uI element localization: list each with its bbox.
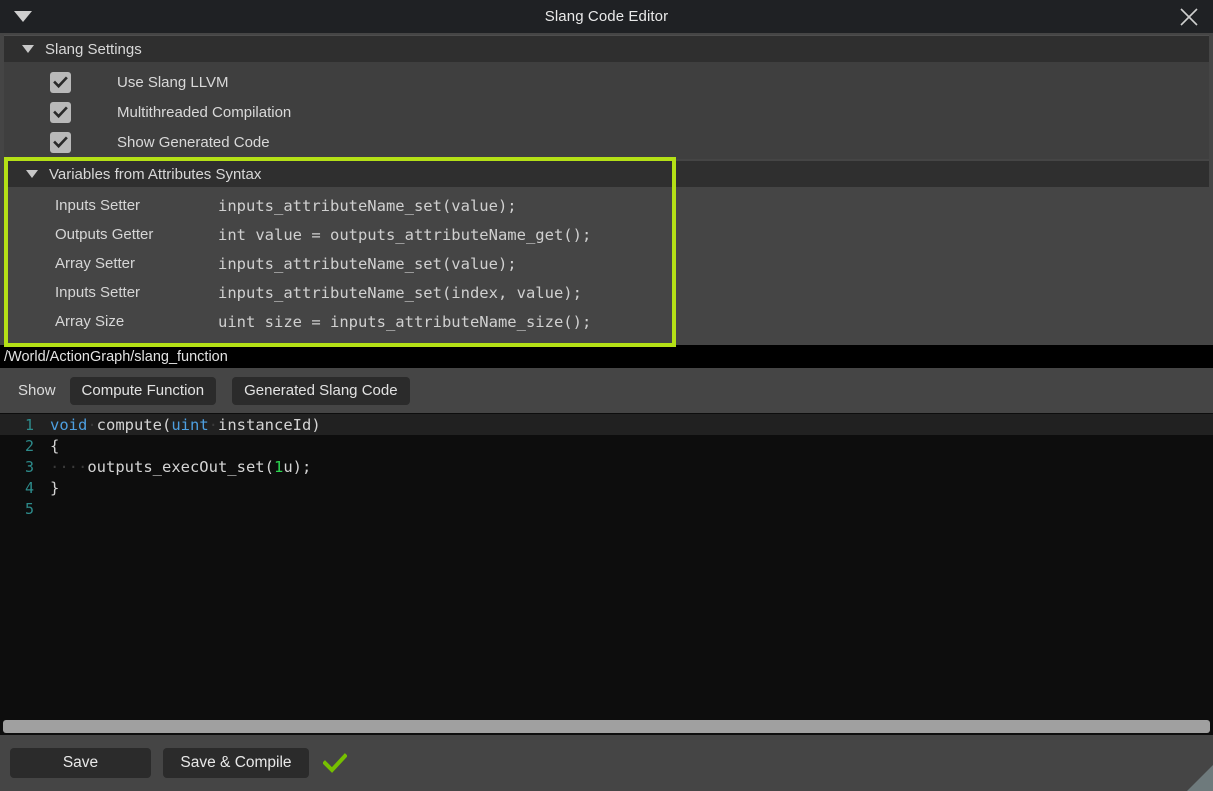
code-area[interactable]: 1 void·compute(uint·instanceId) 2 { 3 ··… [0, 413, 1213, 717]
line-number: 5 [0, 500, 34, 518]
code-line: 5 [0, 498, 1213, 519]
code-line: 4 } [0, 477, 1213, 498]
caret-down-icon [14, 11, 32, 22]
token-space-dot: · [209, 416, 218, 434]
line-content: } [50, 479, 59, 497]
bottom-action-bar: Save Save & Compile [0, 735, 1213, 791]
token-keyword: void [50, 416, 87, 434]
attributes-row: Array Size uint size = inputs_attributeN… [8, 307, 672, 336]
save-button[interactable]: Save [10, 748, 151, 778]
save-and-compile-button[interactable]: Save & Compile [163, 748, 309, 778]
token-text: outputs_execOut_set( [87, 458, 274, 476]
setting-row: Use Slang LLVM [4, 67, 1209, 97]
slang-settings-title: Slang Settings [45, 41, 142, 58]
line-number: 4 [0, 479, 34, 497]
window-title: Slang Code Editor [0, 8, 1213, 25]
setting-label-show-generated-code: Show Generated Code [117, 134, 270, 151]
token-indent-dots: ···· [50, 458, 87, 476]
token-space-dot: · [87, 416, 96, 434]
checkmark-icon [323, 753, 347, 773]
attributes-row-label: Array Setter [55, 255, 218, 272]
token-text: u); [283, 458, 311, 476]
view-tab-bar: Show Compute Function Generated Slang Co… [0, 368, 1213, 413]
setting-row: Multithreaded Compilation [4, 97, 1209, 127]
code-line: 1 void·compute(uint·instanceId) [0, 414, 1213, 435]
attributes-syntax-panel: Variables from Attributes Syntax Inputs … [4, 161, 1209, 345]
check-icon [53, 105, 68, 120]
slang-settings-panel: Slang Settings Use Slang LLVM Multithrea… [4, 35, 1209, 159]
line-number: 3 [0, 458, 34, 476]
attributes-syntax-title: Variables from Attributes Syntax [49, 166, 261, 183]
token-text: } [50, 479, 59, 497]
attributes-row-value: inputs_attributeName_set(value); [218, 255, 517, 273]
attributes-row-list: Inputs Setter inputs_attributeName_set(v… [8, 187, 672, 336]
token-text: instanceId) [218, 416, 321, 434]
window-titlebar: Slang Code Editor [0, 0, 1213, 33]
chevron-down-icon [22, 45, 34, 53]
checkbox-use-slang-llvm[interactable] [50, 72, 71, 93]
attributes-row: Inputs Setter inputs_attributeName_set(v… [8, 191, 672, 220]
horizontal-scrollbar[interactable] [0, 717, 1213, 735]
close-icon [1179, 7, 1199, 27]
attributes-row-label: Outputs Getter [55, 226, 218, 243]
close-button[interactable] [1177, 5, 1201, 29]
attributes-row: Inputs Setter inputs_attributeName_set(i… [8, 278, 672, 307]
slang-code-editor-window: Slang Code Editor Slang Settings Use Sla… [0, 0, 1213, 791]
checkbox-show-generated-code[interactable] [50, 132, 71, 153]
check-icon [53, 75, 68, 90]
line-content: void·compute(uint·instanceId) [50, 416, 321, 434]
token-number: 1 [274, 458, 283, 476]
attributes-row-value: int value = outputs_attributeName_get(); [218, 226, 591, 244]
code-line: 3 ····outputs_execOut_set(1u); [0, 456, 1213, 477]
token-text: compute( [97, 416, 172, 434]
slang-settings-list: Use Slang LLVM Multithreaded Compilation… [4, 62, 1209, 157]
show-label: Show [18, 382, 56, 399]
node-path-bar: /World/ActionGraph/slang_function [0, 345, 1213, 368]
setting-label-use-slang-llvm: Use Slang LLVM [117, 74, 228, 91]
attributes-row: Outputs Getter int value = outputs_attri… [8, 220, 672, 249]
line-content: { [50, 437, 59, 455]
window-resize-grip[interactable] [1187, 765, 1213, 791]
attributes-row: Array Setter inputs_attributeName_set(va… [8, 249, 672, 278]
attributes-row-value: uint size = inputs_attributeName_size(); [218, 313, 591, 331]
chevron-down-icon [26, 170, 38, 178]
attributes-row-label: Inputs Setter [55, 197, 218, 214]
token-text: { [50, 437, 59, 455]
attributes-row-value: inputs_attributeName_set(index, value); [218, 284, 582, 302]
attributes-row-label: Inputs Setter [55, 284, 218, 301]
tab-generated-slang-code[interactable]: Generated Slang Code [232, 377, 409, 405]
slang-settings-header[interactable]: Slang Settings [4, 36, 1209, 62]
tab-compute-function[interactable]: Compute Function [70, 377, 217, 405]
line-number: 2 [0, 437, 34, 455]
horizontal-scrollbar-thumb[interactable] [3, 720, 1210, 733]
code-editor[interactable]: 1 void·compute(uint·instanceId) 2 { 3 ··… [0, 413, 1213, 735]
attributes-row-value: inputs_attributeName_set(value); [218, 197, 517, 215]
window-collapse-button[interactable] [8, 11, 38, 22]
line-number: 1 [0, 416, 34, 434]
setting-row: Show Generated Code [4, 127, 1209, 157]
check-icon [53, 135, 68, 150]
node-path-text: /World/ActionGraph/slang_function [4, 349, 228, 365]
token-keyword: uint [171, 416, 208, 434]
setting-label-multithreaded-compilation: Multithreaded Compilation [117, 104, 291, 121]
compile-status-badge [323, 753, 347, 773]
attributes-syntax-header[interactable]: Variables from Attributes Syntax [8, 161, 672, 187]
line-content: ····outputs_execOut_set(1u); [50, 458, 311, 476]
code-line: 2 { [0, 435, 1213, 456]
checkbox-multithreaded-compilation[interactable] [50, 102, 71, 123]
attributes-row-label: Array Size [55, 313, 218, 330]
attributes-content: Variables from Attributes Syntax Inputs … [8, 161, 672, 336]
